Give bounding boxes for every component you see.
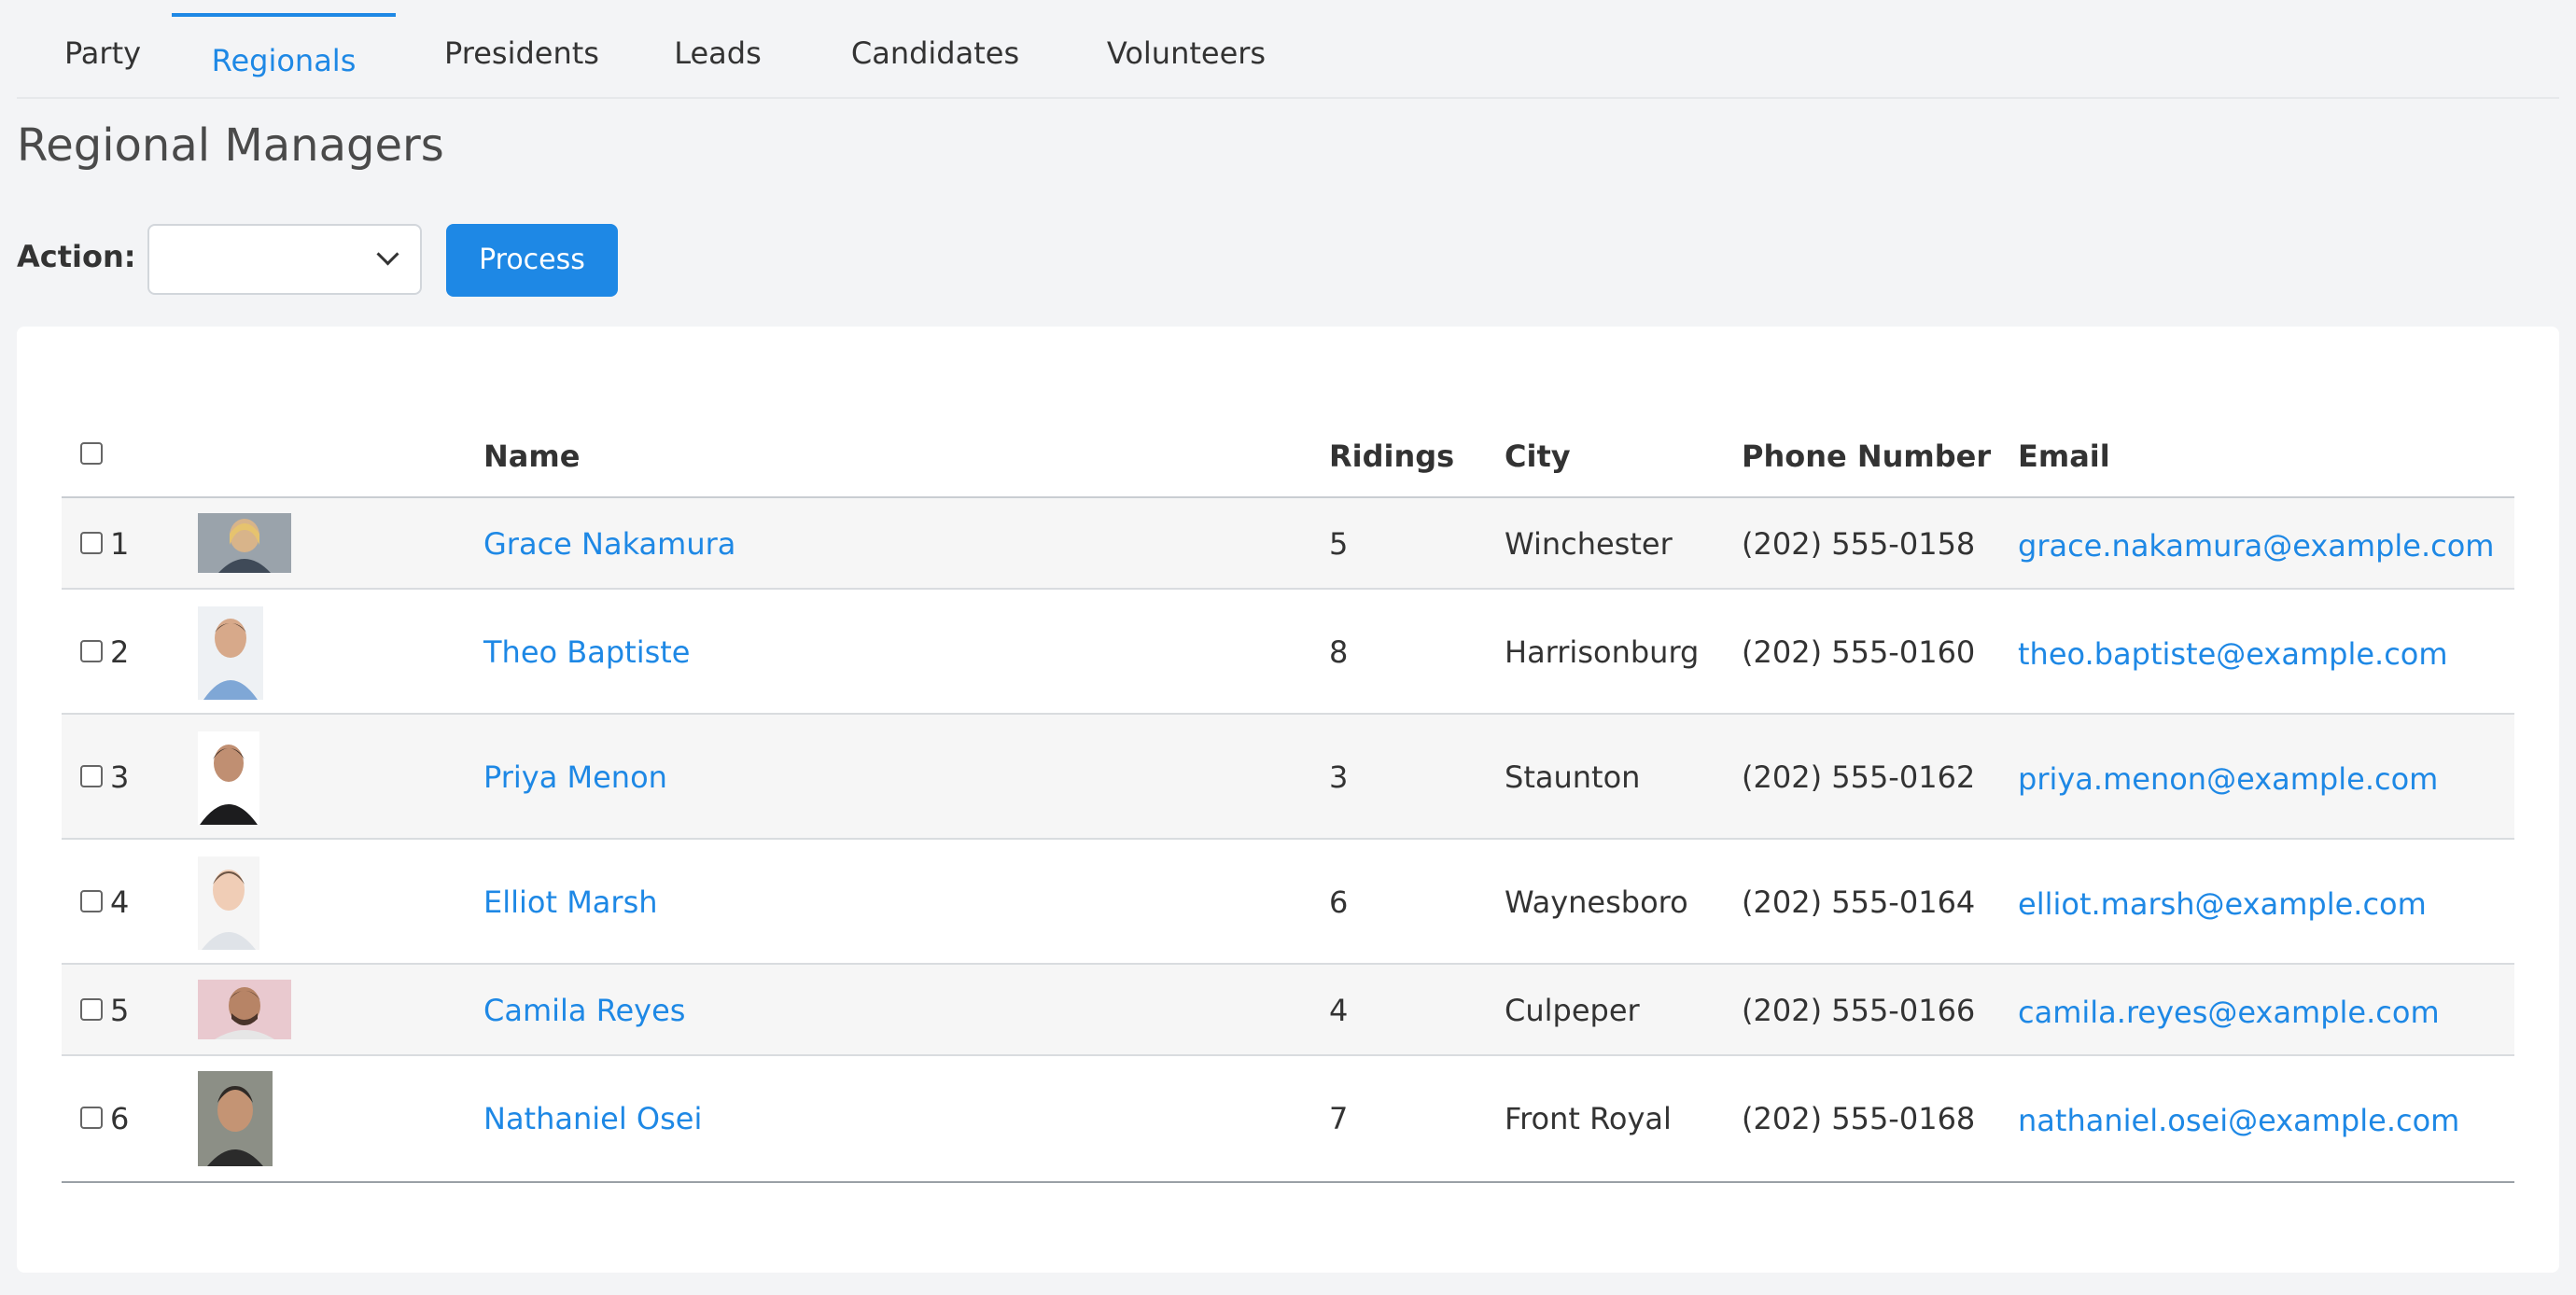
city-value: Staunton — [1505, 759, 1641, 795]
phone-value: (202) 555-0158 — [1742, 526, 1976, 562]
row-index: 3 — [110, 759, 130, 795]
tab-regionals[interactable]: Regionals — [172, 13, 396, 97]
phone-value: (202) 555-0160 — [1742, 634, 1976, 670]
select-all-checkbox[interactable] — [80, 442, 103, 465]
row-checkbox[interactable] — [80, 890, 103, 912]
row-index: 5 — [110, 993, 130, 1028]
avatar — [198, 606, 263, 700]
table-row: 3 Priya Menon 3 Staunton (202) 555-0162 … — [62, 715, 2514, 840]
column-header-name[interactable]: Name — [483, 439, 580, 474]
email-link[interactable]: elliot.marsh@example.com — [2018, 886, 2427, 922]
table-row: 2 Theo Baptiste 8 Harrisonburg (202) 555… — [62, 590, 2514, 715]
row-checkbox[interactable] — [80, 1107, 103, 1129]
email-link[interactable]: camila.reyes@example.com — [2018, 995, 2440, 1030]
table-bottom-divider — [62, 1181, 2514, 1183]
ridings-value: 6 — [1329, 884, 1349, 920]
column-header-email[interactable]: Email — [2018, 439, 2110, 474]
email-link[interactable]: nathaniel.osei@example.com — [2018, 1103, 2459, 1138]
avatar — [198, 513, 291, 573]
phone-value: (202) 555-0166 — [1742, 993, 1976, 1028]
phone-value: (202) 555-0162 — [1742, 759, 1976, 795]
ridings-value: 8 — [1329, 634, 1349, 670]
tab-leads[interactable]: Leads — [666, 13, 769, 97]
phone-value: (202) 555-0168 — [1742, 1101, 1976, 1136]
email-link[interactable]: theo.baptiste@example.com — [2018, 636, 2448, 672]
manager-name-link[interactable]: Camila Reyes — [483, 993, 685, 1028]
ridings-value: 3 — [1329, 759, 1349, 795]
tab-party[interactable]: Party — [54, 13, 151, 97]
tab-candidates[interactable]: Candidates — [823, 13, 1047, 97]
manager-name-link[interactable]: Elliot Marsh — [483, 884, 658, 920]
table-card: Name Ridings City Phone Number Email 1 G… — [17, 327, 2559, 1273]
manager-name-link[interactable]: Theo Baptiste — [483, 634, 690, 670]
column-header-city[interactable]: City — [1505, 439, 1571, 474]
ridings-value: 4 — [1329, 993, 1349, 1028]
city-value: Winchester — [1505, 526, 1673, 562]
page-title: Regional Managers — [17, 119, 444, 172]
email-link[interactable]: priya.menon@example.com — [2018, 761, 2438, 797]
tab-presidents[interactable]: Presidents — [433, 13, 610, 97]
city-value: Front Royal — [1505, 1101, 1672, 1136]
action-select[interactable] — [147, 224, 422, 295]
manager-name-link[interactable]: Grace Nakamura — [483, 526, 735, 562]
process-button[interactable]: Process — [446, 224, 618, 297]
city-value: Harrisonburg — [1505, 634, 1700, 670]
city-value: Culpeper — [1505, 993, 1640, 1028]
row-index: 4 — [110, 884, 130, 920]
tab-bar: Party Regionals Presidents Leads Candida… — [17, 0, 2559, 99]
row-checkbox[interactable] — [80, 532, 103, 554]
row-checkbox[interactable] — [80, 765, 103, 787]
table-row: 5 Camila Reyes 4 Culpeper (202) 555-0166… — [62, 965, 2514, 1056]
tab-volunteers[interactable]: Volunteers — [1071, 13, 1301, 97]
manager-name-link[interactable]: Nathaniel Osei — [483, 1101, 702, 1136]
row-index: 2 — [110, 634, 130, 670]
row-index: 6 — [110, 1101, 130, 1136]
action-label: Action: — [17, 239, 136, 274]
phone-value: (202) 555-0164 — [1742, 884, 1976, 920]
column-header-ridings[interactable]: Ridings — [1329, 439, 1454, 474]
avatar — [198, 1071, 273, 1166]
table-row: 1 Grace Nakamura 5 Winchester (202) 555-… — [62, 498, 2514, 590]
chevron-down-icon — [376, 243, 399, 266]
avatar — [198, 980, 291, 1039]
avatar — [198, 731, 259, 825]
avatar — [198, 856, 259, 950]
row-index: 1 — [110, 526, 130, 562]
ridings-value: 7 — [1329, 1101, 1349, 1136]
table-row: 4 Elliot Marsh 6 Waynesboro (202) 555-01… — [62, 840, 2514, 965]
row-checkbox[interactable] — [80, 998, 103, 1021]
email-link[interactable]: grace.nakamura@example.com — [2018, 528, 2494, 564]
table-row: 6 Nathaniel Osei 7 Front Royal (202) 555… — [62, 1056, 2514, 1181]
row-checkbox[interactable] — [80, 640, 103, 662]
column-header-phone[interactable]: Phone Number — [1742, 439, 1991, 474]
ridings-value: 5 — [1329, 526, 1349, 562]
city-value: Waynesboro — [1505, 884, 1688, 920]
manager-name-link[interactable]: Priya Menon — [483, 759, 667, 795]
